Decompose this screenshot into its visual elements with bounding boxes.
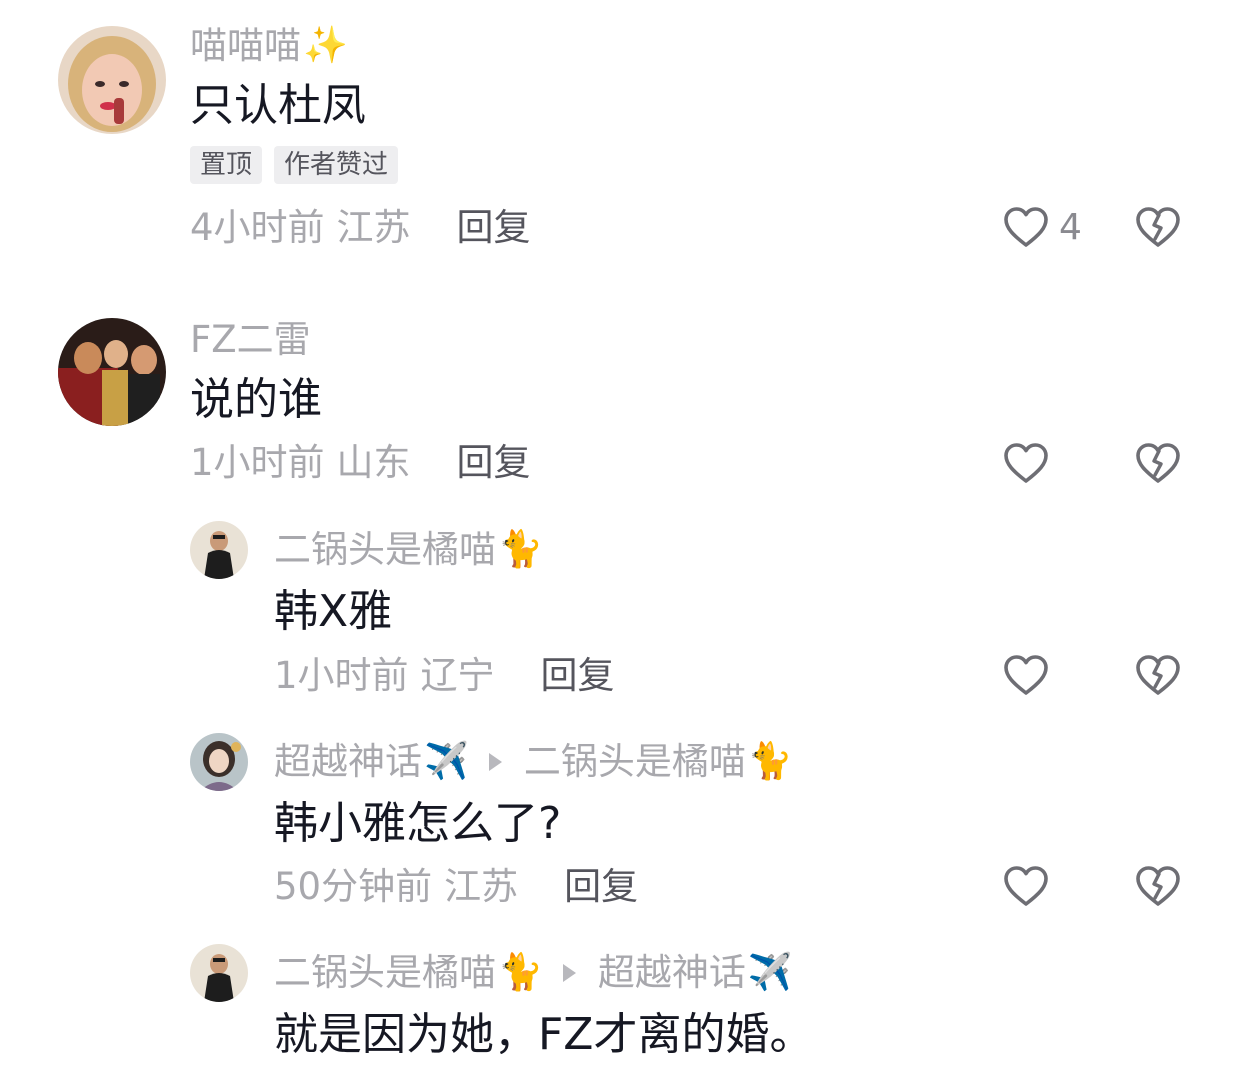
reply-button[interactable]: 回复 bbox=[457, 441, 531, 485]
broken-heart-icon bbox=[1136, 207, 1180, 247]
cat-icon: 🐈 bbox=[498, 529, 543, 570]
dislike-button[interactable] bbox=[1135, 442, 1181, 488]
location: 江苏 bbox=[336, 206, 411, 249]
avatar[interactable] bbox=[190, 944, 248, 1002]
reply-button[interactable]: 回复 bbox=[541, 654, 615, 698]
dislike-button[interactable] bbox=[1135, 654, 1181, 700]
like-count: 4 bbox=[1059, 206, 1082, 248]
airplane-icon: ✈️ bbox=[747, 952, 793, 993]
like-button[interactable] bbox=[1003, 442, 1049, 484]
author-liked-tag: 作者赞过 bbox=[274, 146, 399, 184]
username-text: 超越神话 bbox=[274, 740, 422, 783]
comment-meta: 1小时前 山东 回复 bbox=[190, 441, 531, 485]
dislike-button[interactable] bbox=[1135, 206, 1181, 252]
comment-tags: 置顶 作者赞过 bbox=[190, 146, 399, 184]
heart-outline-icon bbox=[1004, 207, 1048, 247]
reply-to-username[interactable]: 二锅头是橘喵 bbox=[524, 740, 746, 784]
location: 江苏 bbox=[444, 865, 519, 908]
reply-button[interactable]: 回复 bbox=[564, 865, 638, 909]
avatar[interactable] bbox=[190, 521, 248, 579]
comment-meta: 4小时前 江苏 回复 bbox=[190, 206, 531, 250]
like-button[interactable] bbox=[1003, 865, 1049, 907]
comment-meta: 50分钟前 江苏 回复 bbox=[274, 865, 638, 909]
location: 山东 bbox=[336, 441, 411, 484]
broken-heart-icon bbox=[1136, 655, 1180, 695]
comment-text: 就是因为她，FZ才离的婚。 bbox=[274, 1009, 814, 1060]
reply-button[interactable]: 回复 bbox=[457, 206, 531, 250]
avatar[interactable] bbox=[190, 733, 248, 791]
timestamp: 50分钟前 bbox=[274, 865, 433, 908]
comment-text: 只认杜凤 bbox=[190, 80, 366, 131]
triangle-right-icon bbox=[488, 753, 502, 771]
timestamp: 4小时前 bbox=[190, 206, 325, 249]
heart-outline-icon bbox=[1004, 443, 1048, 483]
avatar[interactable] bbox=[58, 26, 166, 134]
username[interactable]: 超越神话 ✈️ 二锅头是橘喵 🐈 bbox=[274, 740, 793, 784]
username-text: 喵喵喵 bbox=[190, 24, 301, 67]
comment-meta: 1小时前 辽宁 回复 bbox=[274, 654, 615, 698]
comment-text: 说的谁 bbox=[190, 374, 322, 425]
location: 辽宁 bbox=[420, 654, 495, 697]
like-button[interactable] bbox=[1003, 654, 1049, 696]
timestamp: 1小时前 bbox=[190, 441, 325, 484]
cat-icon: 🐈 bbox=[747, 741, 793, 782]
pinned-tag: 置顶 bbox=[190, 146, 263, 184]
username-text: 二锅头是橘喵 bbox=[274, 528, 496, 571]
triangle-right-icon bbox=[562, 964, 576, 982]
username[interactable]: 二锅头是橘喵 🐈 bbox=[274, 528, 543, 572]
like-button[interactable]: 4 bbox=[1003, 206, 1082, 248]
cat-icon: 🐈 bbox=[498, 952, 543, 993]
dislike-button[interactable] bbox=[1135, 865, 1181, 911]
airplane-icon: ✈️ bbox=[424, 741, 469, 782]
timestamp: 1小时前 bbox=[274, 654, 409, 697]
heart-outline-icon bbox=[1004, 655, 1048, 695]
username-text: 二锅头是橘喵 bbox=[274, 951, 496, 994]
comment-text: 韩X雅 bbox=[274, 586, 393, 637]
sparkles-icon: ✨ bbox=[303, 25, 348, 66]
broken-heart-icon bbox=[1136, 866, 1180, 906]
comment-text: 韩小雅怎么了? bbox=[274, 798, 562, 849]
username-text: FZ二雷 bbox=[190, 318, 311, 361]
username[interactable]: 二锅头是橘喵 🐈 超越神话 ✈️ bbox=[274, 951, 793, 995]
broken-heart-icon bbox=[1136, 443, 1180, 483]
reply-to-username[interactable]: 超越神话 bbox=[598, 951, 746, 995]
heart-outline-icon bbox=[1004, 866, 1048, 906]
comment-item: 喵喵喵 ✨ 只认杜凤 置顶 作者赞过 4小时前 江苏 回复 4 bbox=[0, 0, 1242, 290]
avatar[interactable] bbox=[58, 318, 166, 426]
username[interactable]: FZ二雷 bbox=[190, 318, 311, 362]
username[interactable]: 喵喵喵 ✨ bbox=[190, 24, 348, 68]
